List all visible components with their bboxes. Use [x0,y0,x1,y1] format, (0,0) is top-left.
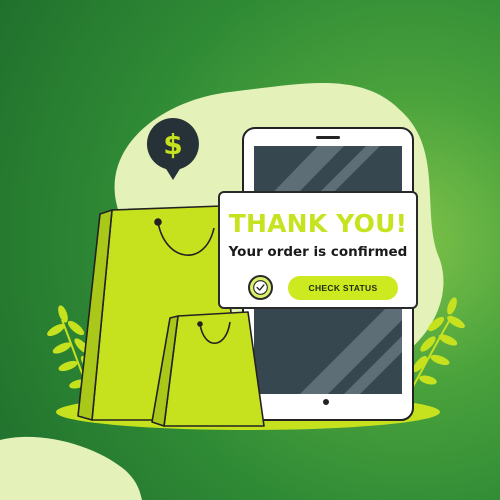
bottom-left-curve [0,436,142,500]
small-shopping-bag [151,311,265,427]
thank-you-title: THANK YOU! [228,209,408,238]
check-status-button[interactable]: CHECK STATUS [288,276,398,300]
checkmark-icon [248,275,273,300]
dollar-sign-icon: $ [146,118,199,180]
order-confirmed-subtitle: Your order is confirmed [228,244,408,260]
order-confirmation-card: THANK YOU! Your order is confirmed CHECK… [218,191,418,309]
illustration: $ THANK YOU! Your order is confirmed CHE… [0,0,500,500]
svg-text:$: $ [163,128,182,161]
